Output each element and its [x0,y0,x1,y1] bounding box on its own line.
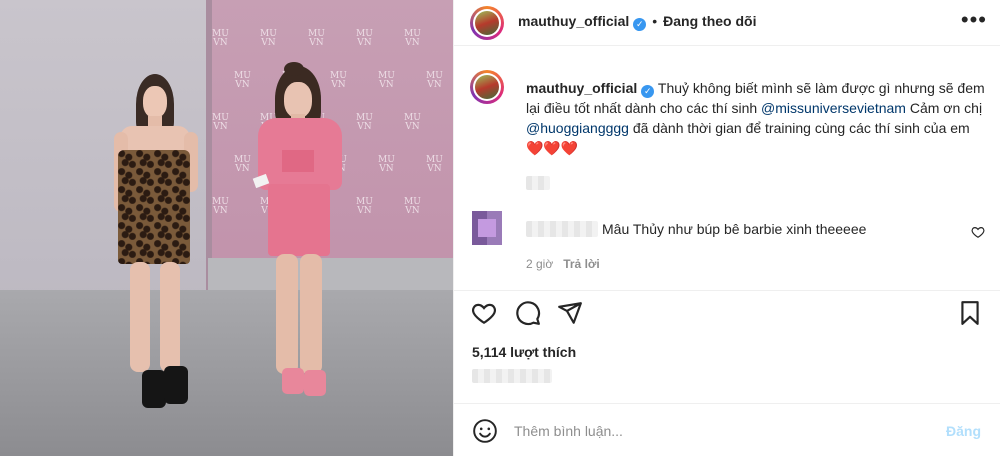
post-comment-button[interactable]: Đăng [946,423,981,439]
heart-icon[interactable] [471,300,497,326]
post-header: mauthuy_official ✓ • Đang theo dõi ••• [454,0,1000,46]
backdrop-logo: MUVN [378,71,395,90]
bookmark-icon[interactable] [957,300,983,326]
post-panel: mauthuy_official ✓ • Đang theo dõi ••• maut… [453,0,1000,456]
comment-time: 2 giờ [526,257,554,271]
backdrop-logo: MUVN [356,29,373,48]
comment-input[interactable] [514,418,914,444]
follow-button[interactable]: Đang theo dõi [663,13,756,29]
backdrop-logo: MUVN [404,29,421,48]
caption-emoji: ❤️❤️❤️ [526,140,579,156]
backdrop-logo: MUVN [378,155,395,174]
backdrop-logo: MUVN [426,71,443,90]
header-author: mauthuy_official ✓ • Đang theo dõi [518,13,756,31]
action-bar [454,290,1000,338]
post-date-blurred [472,369,552,383]
likes-count[interactable]: 5,114 lượt thích [472,344,576,360]
comment-icon[interactable] [515,300,541,326]
backdrop-logo: MUVN [260,29,277,48]
backdrop-logo: MUVN [404,197,421,216]
reply-button[interactable]: Trả lời [563,257,600,271]
comment-meta: 2 giờ Trả lời [526,257,600,271]
caption-body-3: đã dành thời gian để training cùng các t… [628,120,970,136]
caption-time-blurred [526,176,550,190]
stage-step [208,258,453,294]
mention-missuniversevietnam[interactable]: @missuniversevietnam [761,100,906,116]
backdrop-logo: MUVN [356,113,373,132]
backdrop-logo: MUVN [308,29,325,48]
backdrop-logo: MUVN [404,113,421,132]
author-avatar[interactable] [470,6,504,40]
stage-floor [0,290,453,456]
mention-huoggiangggg[interactable]: @huoggiangggg [526,120,629,136]
backdrop-logo: MUVN [234,71,251,90]
more-horizontal-icon[interactable]: ••• [961,9,987,31]
backdrop-logo: MUVN [330,71,347,90]
comment-row: Mâu Thủy như búp bê barbie xinh theeeee [470,211,985,251]
share-icon[interactable] [557,300,583,326]
backdrop-logo: MUVN [212,29,229,48]
emoji-icon[interactable] [472,418,498,444]
author-username[interactable]: mauthuy_official [518,13,629,29]
separator-dot: • [652,13,658,29]
commenter-avatar[interactable] [472,211,502,245]
verified-badge-icon: ✓ [633,18,647,31]
caption-body-2: Cảm ơn chị [905,100,983,116]
caption-avatar[interactable] [470,70,504,104]
backdrop-logo: MUVN [212,197,229,216]
caption-username[interactable]: mauthuy_official [526,80,637,96]
backdrop-logo: MUVN [426,155,443,174]
caption-text: mauthuy_official ✓ Thuỷ không biết mình s… [526,78,986,158]
comment-composer: Đăng [454,403,1000,456]
heart-icon[interactable] [971,225,985,239]
verified-badge-icon: ✓ [641,85,655,98]
backdrop-logo: MUVN [356,197,373,216]
backdrop-logo: MUVN [234,155,251,174]
post-photo[interactable]: MU VN MU VN MU VN MU VN MU VN MU VN MU VN MU VN MU VN MU VN… [0,0,453,456]
comment-text: Mâu Thủy như búp bê barbie xinh theeeee [602,221,867,237]
commenter-username-blurred[interactable] [526,221,598,237]
backdrop-logo: MUVN [212,113,229,132]
